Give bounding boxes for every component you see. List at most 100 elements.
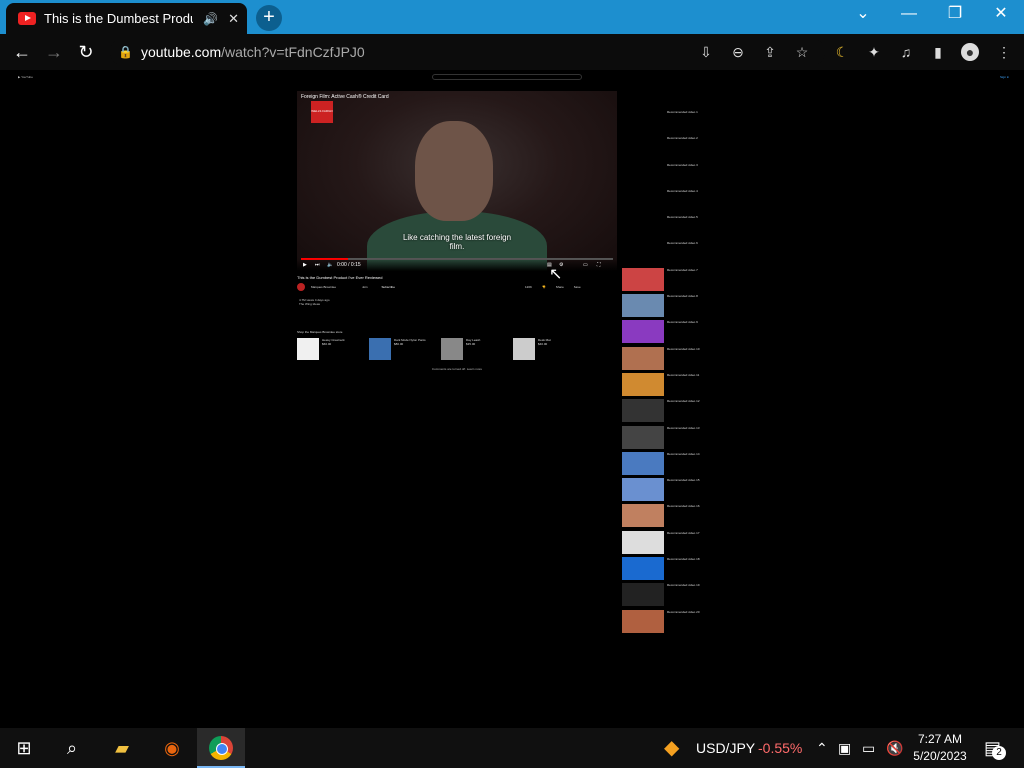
new-tab-button[interactable]: +	[256, 5, 282, 31]
network-icon[interactable]: ▭	[862, 728, 875, 768]
merch-price: $80.00	[394, 342, 404, 346]
minimize-button[interactable]: —	[886, 0, 932, 30]
recommended-video[interactable]: Recommended video 11	[622, 372, 722, 399]
recommended-video[interactable]: Recommended video 4	[622, 188, 722, 215]
video-thumbnail	[622, 583, 664, 607]
video-title: Recommended video 20	[667, 609, 700, 614]
reload-button[interactable]: ↻	[74, 40, 98, 64]
next-icon[interactable]: ⏭	[315, 262, 320, 268]
dark-mode-extension-icon[interactable]: ☾	[833, 43, 851, 61]
ad-title: Foreign Film: Active Cash® Credit Card	[301, 94, 389, 100]
firefox-icon[interactable]: ◉	[148, 728, 196, 768]
merch-price: $40.00	[538, 342, 548, 346]
tab-youtube[interactable]: This is the Dumbest Product 🔊 ✕	[6, 3, 247, 34]
join-button[interactable]: Join	[362, 285, 368, 289]
description-box[interactable]: 4.7M views 4 days ago The Wing Ideas	[299, 298, 330, 306]
recommended-video[interactable]: Recommended video 19	[622, 583, 722, 609]
media-controls-icon[interactable]: ♫	[897, 43, 915, 61]
fullscreen-icon[interactable]: ⛶	[597, 262, 601, 268]
recommended-video[interactable]: Recommended video 9	[622, 320, 722, 346]
merch-price: $60.00	[322, 342, 332, 346]
speaker-icon[interactable]: 🔊	[203, 12, 218, 26]
play-icon[interactable]: ▶	[303, 262, 307, 268]
channel-avatar[interactable]	[297, 283, 305, 291]
share-icon[interactable]: ⇪	[761, 43, 779, 61]
video-thumbnail	[622, 110, 664, 133]
close-tab-icon[interactable]: ✕	[228, 11, 239, 27]
install-icon[interactable]: ⇩	[697, 43, 715, 61]
ticker-label[interactable]: USD/JPY	[696, 728, 755, 768]
recommended-video[interactable]: Recommended video 17	[622, 530, 722, 557]
recommended-video[interactable]: Recommended video 10	[622, 346, 722, 373]
merch-item[interactable]: Desk Mat $40.00	[513, 338, 551, 360]
recommended-video[interactable]: Recommended video 15	[622, 478, 722, 504]
back-button[interactable]: ←	[10, 40, 34, 64]
show-hidden-icons-chevron-icon[interactable]: ⌃	[816, 728, 828, 768]
merch-item[interactable]: Heavy Crewneck $60.00	[297, 338, 345, 360]
tab-search-icon[interactable]: ⌄	[840, 0, 886, 30]
recommended-video[interactable]: Recommended video 20	[622, 609, 722, 636]
recommended-video[interactable]: Recommended video 16	[622, 504, 722, 530]
recommended-video[interactable]: Recommended video 14	[622, 451, 722, 478]
video-title: Recommended video 5	[667, 215, 698, 220]
video-thumbnail	[622, 478, 664, 502]
merch-shelf-title: Shop the Marques Brownlee store	[297, 330, 343, 334]
recommended-video[interactable]: Recommended video 8	[622, 294, 722, 320]
close-window-button[interactable]: ✕	[978, 0, 1024, 30]
recommended-video[interactable]: Recommended video 5	[622, 215, 722, 241]
url-path: /watch?v=tFdnCzfJPJ0	[221, 44, 365, 60]
recommended-video[interactable]: Recommended video 7	[622, 267, 722, 294]
recommended-video[interactable]: Recommended video 13	[622, 425, 722, 452]
menu-icon[interactable]: ⋮	[995, 43, 1013, 61]
file-explorer-icon[interactable]: ▰	[98, 728, 146, 768]
notification-count: 2	[992, 746, 1006, 760]
search-input[interactable]	[432, 74, 582, 80]
restore-button[interactable]: ❐	[932, 0, 978, 30]
extensions-icon[interactable]: ✦	[865, 43, 883, 61]
youtube-logo[interactable]: ▶ YouTube	[18, 75, 33, 79]
channel-name[interactable]: Marques Brownlee	[311, 285, 336, 289]
video-title: Recommended video 18	[667, 557, 700, 562]
recommendations-sidebar: Recommended video 1 Recommended video 2 Re…	[622, 110, 722, 636]
side-panel-icon[interactable]: ▮	[929, 43, 947, 61]
search-icon[interactable]: ⌕	[48, 728, 96, 768]
theater-icon[interactable]: ▭	[583, 262, 588, 268]
recommended-video[interactable]: Recommended video 6	[622, 241, 722, 267]
tray-app-icon[interactable]: ▣	[838, 728, 851, 768]
video-thumbnail	[622, 215, 664, 239]
video-title: Recommended video 16	[667, 504, 700, 509]
bookmark-star-icon[interactable]: ☆	[793, 43, 811, 61]
video-thumbnail	[622, 557, 664, 581]
dislike-icon[interactable]: 👎	[542, 285, 546, 289]
chrome-taskbar-button[interactable]	[197, 728, 245, 768]
recommended-video[interactable]: Recommended video 2	[622, 136, 722, 162]
profile-avatar-icon[interactable]: ●	[961, 43, 979, 61]
merch-item[interactable]: Dark Mode Nylon Pants $80.00	[369, 338, 426, 360]
share-button[interactable]: Share	[556, 285, 564, 289]
video-title: This is the Dumbest Product I've Ever Re…	[297, 275, 383, 280]
recommended-video[interactable]: Recommended video 18	[622, 557, 722, 583]
start-windows-icon[interactable]: ⊞	[0, 728, 48, 768]
system-clock[interactable]: 7:27 AM 5/20/2023	[905, 731, 975, 765]
subscribe-button[interactable]: Subscribe	[382, 285, 395, 289]
like-button[interactable]: 120K	[525, 285, 532, 289]
browser-toolbar: ← → ↻ 🔒 youtube.com/watch?v=tFdnCzfJPJ0 …	[0, 34, 1024, 70]
comments-disabled-text: Comments are turned off. Learn more	[431, 367, 483, 371]
lock-icon: 🔒	[118, 45, 133, 59]
volume-muted-icon[interactable]: 🔇	[886, 728, 903, 768]
address-bar[interactable]: 🔒 youtube.com/watch?v=tFdnCzfJPJ0	[110, 38, 825, 66]
clock-date: 5/20/2023	[913, 749, 967, 763]
recommended-video[interactable]: Recommended video 12	[622, 399, 722, 425]
clock-time: 7:27 AM	[917, 732, 963, 746]
volume-icon[interactable]: 🔈	[327, 262, 333, 268]
merch-thumbnail	[441, 338, 463, 360]
video-title: Recommended video 10	[667, 346, 700, 351]
merch-item[interactable]: Day Leash $35.00	[441, 338, 480, 360]
sign-in-button[interactable]: Sign in	[1000, 75, 1009, 79]
recommended-video[interactable]: Recommended video 3	[622, 162, 722, 189]
recommended-video[interactable]: Recommended video 1	[622, 110, 722, 136]
forward-button[interactable]: →	[42, 40, 66, 64]
save-button[interactable]: Save	[574, 285, 581, 289]
zoom-icon[interactable]: ⊖	[729, 43, 747, 61]
video-player[interactable]: Foreign Film: Active Cash® Credit Card W…	[297, 91, 617, 271]
